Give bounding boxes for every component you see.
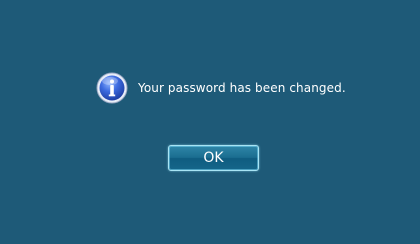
password-changed-screen: Your password has been changed. OK <box>0 0 420 244</box>
message-text: Your password has been changed. <box>138 81 346 95</box>
info-icon <box>96 72 128 104</box>
message-row: Your password has been changed. <box>96 72 346 104</box>
ok-button-label: OK <box>203 150 224 166</box>
ok-button[interactable]: OK <box>168 145 259 171</box>
